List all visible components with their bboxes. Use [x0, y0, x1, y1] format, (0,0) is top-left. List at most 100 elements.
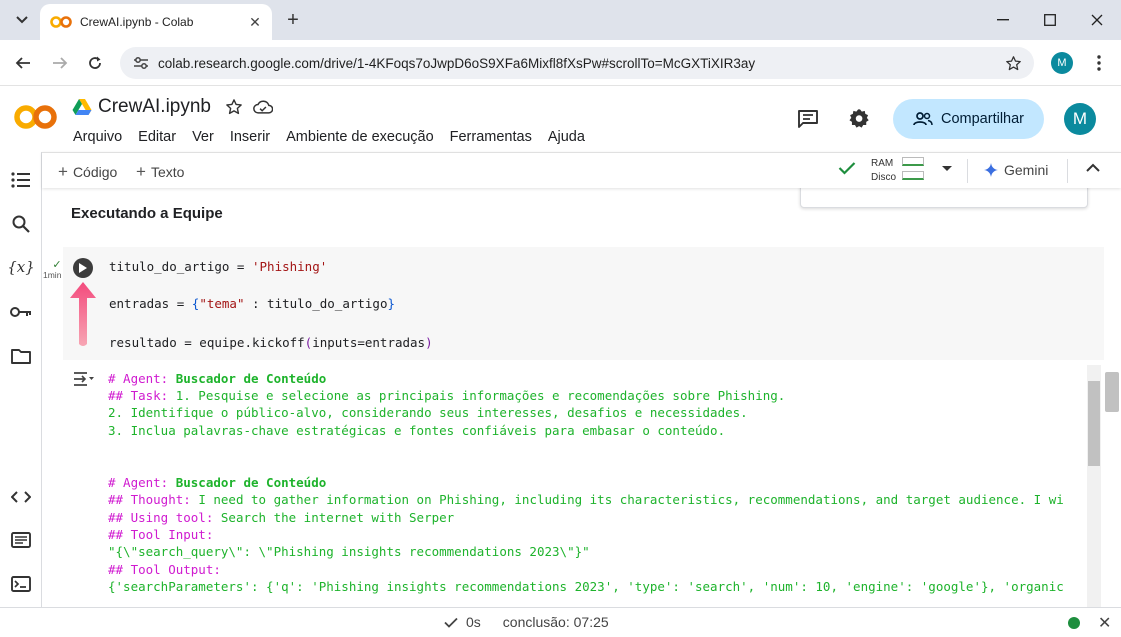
- connected-check-icon[interactable]: [838, 161, 856, 175]
- notebook-toolbar: + Código + Texto RAM Disco Gemini: [42, 152, 1121, 188]
- share-button[interactable]: Compartilhar: [893, 99, 1044, 139]
- status-check-icon: [444, 617, 458, 628]
- output-line: ## Tool Input:: [108, 527, 221, 542]
- status-bar: 0s conclusão: 07:25 ✕: [0, 607, 1121, 637]
- output-line: ## Task: 1. Pesquise e selecione as prin…: [108, 388, 786, 403]
- new-tab-icon[interactable]: +: [281, 8, 305, 32]
- menu-ferramentas[interactable]: Ferramentas: [450, 129, 532, 145]
- move-down-icon[interactable]: [841, 187, 873, 201]
- output-line: ## Tool Output:: [108, 562, 229, 577]
- more-icon[interactable]: [1033, 187, 1065, 201]
- gemini-sparkle-icon: [984, 163, 998, 177]
- output-line: # Agent: Buscador de Conteúdo: [108, 371, 327, 386]
- section-heading: Executando a Equipe: [71, 205, 223, 222]
- site-settings-icon[interactable]: [126, 56, 156, 70]
- minimize-icon[interactable]: [980, 6, 1026, 34]
- reload-icon[interactable]: [81, 49, 109, 77]
- gemini-button[interactable]: Gemini: [984, 162, 1048, 178]
- left-sidebar: {x}: [0, 152, 42, 607]
- menu-ajuda[interactable]: Ajuda: [548, 129, 585, 145]
- add-text-button[interactable]: + Texto: [136, 162, 184, 182]
- url-text: colab.research.google.com/drive/1-4KFoqs…: [158, 55, 756, 71]
- secrets-key-icon[interactable]: [9, 300, 33, 324]
- command-palette-icon[interactable]: [9, 528, 33, 552]
- ram-label: RAM: [871, 158, 894, 169]
- disk-label: Disco: [871, 172, 897, 183]
- output-actions-icon[interactable]: [73, 371, 95, 387]
- output-scrollbar[interactable]: [1087, 365, 1101, 607]
- comments-icon[interactable]: [795, 106, 821, 132]
- google-drive-icon[interactable]: [72, 98, 92, 116]
- notebook-title[interactable]: CrewAI.ipynb: [98, 96, 211, 118]
- colab-header: CrewAI.ipynb Arquivo Editar Ver Inserir …: [0, 86, 1121, 152]
- output-scrollbar-thumb[interactable]: [1088, 381, 1100, 466]
- comment-icon[interactable]: [905, 187, 937, 201]
- mirror-icon[interactable]: [969, 187, 1001, 201]
- search-icon[interactable]: [9, 212, 33, 236]
- collapse-header-icon[interactable]: [1086, 163, 1100, 172]
- gemini-label: Gemini: [1004, 162, 1049, 178]
- account-avatar[interactable]: M: [1064, 103, 1096, 135]
- add-code-label: Código: [72, 164, 118, 180]
- runtime-status-dot: [1068, 617, 1080, 629]
- execution-time: 1min: [43, 270, 62, 280]
- share-label: Compartilhar: [941, 111, 1024, 127]
- settings-gear-icon[interactable]: [847, 106, 873, 132]
- maximize-icon[interactable]: [1027, 6, 1073, 34]
- disk-bar: [902, 171, 924, 180]
- tab-close-icon[interactable]: ✕: [244, 11, 266, 33]
- colab-logo-icon[interactable]: [14, 103, 58, 131]
- output-line: ## Thought: I need to gather information…: [108, 492, 1064, 507]
- notebook-content: Executando a Equipe ✓ 1min titulo_do_art…: [42, 188, 1121, 607]
- page-scrollbar-thumb[interactable]: [1105, 372, 1119, 412]
- delete-icon[interactable]: [1001, 187, 1033, 201]
- menu-arquivo[interactable]: Arquivo: [73, 129, 122, 145]
- browser-profile-avatar[interactable]: M: [1051, 52, 1073, 74]
- output-line: ## Using tool: Search the internet with …: [108, 510, 455, 525]
- add-text-label: Texto: [150, 164, 185, 180]
- code-line-1: titulo_do_artigo = 'Phishing': [109, 259, 328, 274]
- menu-inserir[interactable]: Inserir: [230, 129, 270, 145]
- variables-icon[interactable]: {x}: [7, 255, 35, 279]
- status-close-icon[interactable]: ✕: [1098, 613, 1111, 633]
- output-line: 3. Inclua palavras-chave estratégicas e …: [108, 423, 726, 438]
- link-icon[interactable]: [873, 187, 905, 201]
- cloud-saved-icon[interactable]: [253, 99, 273, 115]
- people-icon: [913, 112, 933, 126]
- menu-ambiente[interactable]: Ambiente de execução: [286, 129, 434, 145]
- move-up-icon[interactable]: [809, 187, 841, 201]
- files-folder-icon[interactable]: [9, 344, 33, 368]
- colab-favicon-icon: [50, 16, 72, 28]
- tab-title: CrewAI.ipynb - Colab: [80, 15, 194, 29]
- add-code-button[interactable]: + Código: [58, 162, 117, 182]
- bookmark-star-icon[interactable]: [998, 55, 1028, 72]
- window-close-icon[interactable]: [1074, 6, 1120, 34]
- back-icon[interactable]: [9, 49, 37, 77]
- browser-tab-strip: CrewAI.ipynb - Colab ✕ +: [0, 0, 1121, 40]
- output-line: "{\"search_query\": \"Phishing insights …: [108, 544, 590, 559]
- resources-indicator[interactable]: RAM Disco: [871, 157, 896, 185]
- output-line: 2. Identifique o público-alvo, considera…: [108, 405, 748, 420]
- output-line: {'searchParameters': {'q': 'Phishing ins…: [108, 579, 1064, 594]
- browser-tab[interactable]: CrewAI.ipynb - Colab ✕: [40, 4, 272, 40]
- toolbar-divider: [967, 159, 968, 183]
- menu-ver[interactable]: Ver: [192, 129, 214, 145]
- address-bar[interactable]: colab.research.google.com/drive/1-4KFoqs…: [120, 47, 1034, 79]
- table-of-contents-icon[interactable]: [9, 168, 33, 192]
- cell-settings-icon[interactable]: [937, 187, 969, 201]
- completion-time: conclusão: 07:25: [502, 614, 609, 630]
- tab-search-chevron-icon[interactable]: [8, 7, 36, 33]
- terminal-icon[interactable]: [9, 572, 33, 596]
- run-cell-button[interactable]: [73, 258, 93, 278]
- browser-menu-icon[interactable]: [1088, 50, 1110, 76]
- runtime-dropdown-icon[interactable]: [941, 165, 953, 172]
- elapsed-time: 0s: [466, 614, 481, 630]
- code-snippets-icon[interactable]: [9, 485, 33, 509]
- output-line: # Agent: Buscador de Conteúdo: [108, 475, 327, 490]
- play-icon: [79, 263, 87, 273]
- ram-bar: [902, 157, 924, 166]
- star-icon[interactable]: [225, 98, 243, 116]
- browser-toolbar: colab.research.google.com/drive/1-4KFoqs…: [0, 40, 1121, 86]
- menu-editar[interactable]: Editar: [138, 129, 176, 145]
- forward-icon[interactable]: [46, 49, 74, 77]
